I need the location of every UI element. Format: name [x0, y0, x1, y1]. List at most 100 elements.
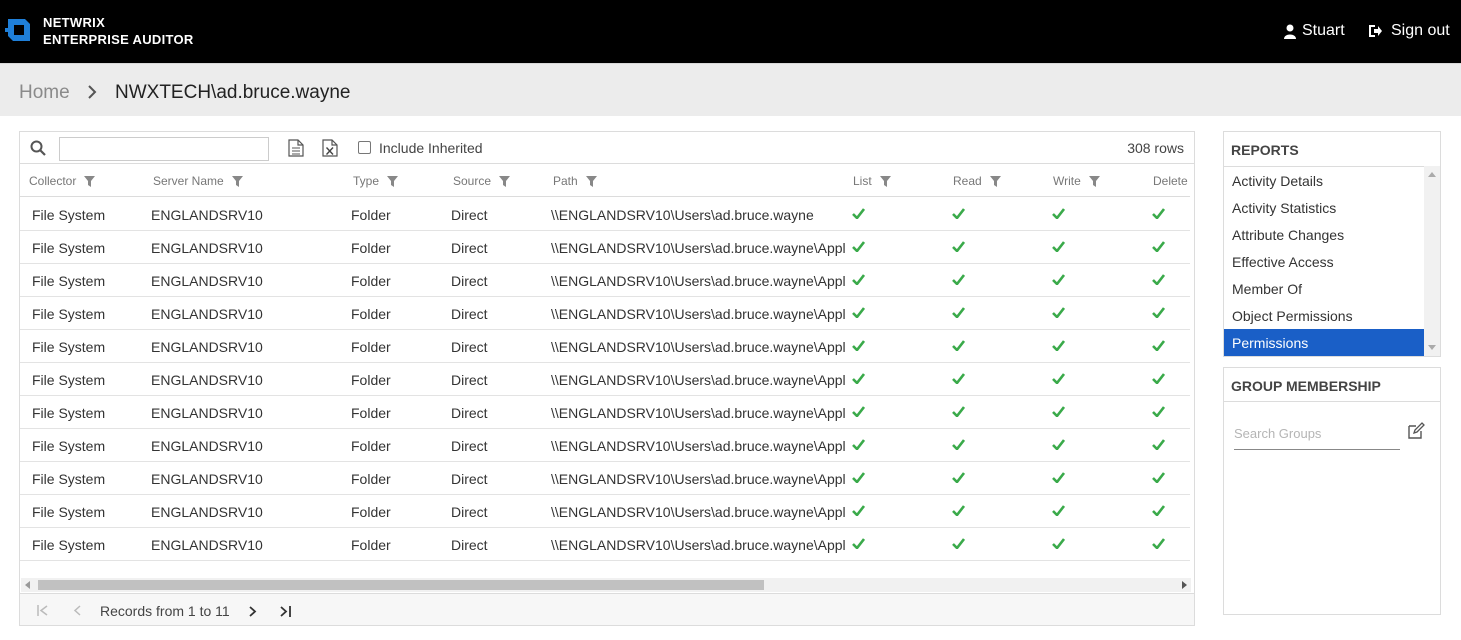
cell-type: Folder [351, 471, 391, 487]
scroll-down-icon[interactable] [1428, 345, 1436, 350]
delete-check-icon [1152, 505, 1165, 516]
group-membership-header: GROUP MEMBERSHIP [1224, 368, 1440, 402]
breadcrumb-home-link[interactable]: Home [19, 82, 70, 104]
horizontal-scrollbar[interactable] [21, 578, 1191, 592]
column-header-write[interactable]: Write [1053, 174, 1100, 188]
column-header-path[interactable]: Path [553, 174, 597, 188]
cell-path: \\ENGLANDSRV10\Users\ad.bruce.wayne\Appl [551, 471, 846, 487]
cell-type: Folder [351, 504, 391, 520]
report-item-activity-statistics[interactable]: Activity Statistics [1224, 194, 1424, 221]
last-page-icon[interactable] [280, 606, 292, 617]
column-header-list[interactable]: List [853, 174, 891, 188]
brand-line-1: NETWRIX [43, 15, 106, 30]
include-inherited-label: Include Inherited [379, 140, 483, 156]
table-row[interactable]: File System ENGLANDSRV10 Folder Direct \\ENG… [20, 297, 1190, 330]
column-header-server-name[interactable]: Server Name [153, 174, 243, 188]
table-row[interactable]: File System ENGLANDSRV10 Folder Direct \\ENG… [20, 495, 1190, 528]
column-header-source[interactable]: Source [453, 174, 511, 188]
edit-icon[interactable] [1407, 422, 1425, 440]
table-row[interactable]: File System ENGLANDSRV10 Folder Direct \\ENG… [20, 528, 1190, 561]
breadcrumb-current: NWXTECH\ad.bruce.wayne [115, 82, 351, 103]
table-row[interactable]: File System ENGLANDSRV10 Folder Direct \\ENG… [20, 462, 1190, 495]
column-header-label: Path [553, 174, 578, 188]
table-row[interactable]: File System ENGLANDSRV10 Folder Direct \\ENG… [20, 330, 1190, 363]
first-page-icon[interactable] [37, 605, 49, 616]
cell-server-name: ENGLANDSRV10 [151, 504, 263, 520]
table-row[interactable]: File System ENGLANDSRV10 Folder Direct \\ENG… [20, 264, 1190, 297]
previous-page-icon[interactable] [73, 605, 81, 616]
grid-search-input[interactable] [59, 137, 269, 161]
column-header-collector[interactable]: Collector [29, 174, 96, 188]
cell-path: \\ENGLANDSRV10\Users\ad.bruce.wayne\Appl [551, 273, 846, 289]
include-inherited-checkbox[interactable] [358, 141, 371, 154]
reports-scrollbar[interactable] [1424, 166, 1440, 356]
column-header-delete[interactable]: Delete [1153, 174, 1188, 188]
delete-check-icon [1152, 208, 1165, 219]
table-row[interactable]: File System ENGLANDSRV10 Folder Direct \\ENG… [20, 363, 1190, 396]
report-item-member-of[interactable]: Member Of [1224, 275, 1424, 302]
filter-icon[interactable] [84, 175, 96, 187]
report-item-attribute-changes[interactable]: Attribute Changes [1224, 221, 1424, 248]
report-item-permissions[interactable]: Permissions [1224, 329, 1424, 356]
cell-path: \\ENGLANDSRV10\Users\ad.bruce.wayne\Appl [551, 306, 846, 322]
list-check-icon [852, 406, 865, 417]
filter-icon[interactable] [387, 175, 399, 187]
search-groups-input[interactable] [1234, 418, 1400, 450]
read-check-icon [952, 340, 965, 351]
filter-icon[interactable] [989, 175, 1001, 187]
user-icon [1284, 24, 1296, 39]
brand-line-2: ENTERPRISE AUDITOR [43, 32, 194, 47]
chevron-right-icon [88, 85, 97, 99]
cell-server-name: ENGLANDSRV10 [151, 240, 263, 256]
scroll-right-icon[interactable] [1182, 581, 1187, 589]
column-header-read[interactable]: Read [953, 174, 1001, 188]
cell-collector: File System [32, 504, 106, 520]
cell-path: \\ENGLANDSRV10\Users\ad.bruce.wayne\Appl [551, 504, 846, 520]
read-check-icon [952, 406, 965, 417]
delete-check-icon [1152, 373, 1165, 384]
filter-icon[interactable] [585, 175, 597, 187]
report-item-object-permissions[interactable]: Object Permissions [1224, 302, 1424, 329]
cell-source: Direct [451, 537, 488, 553]
next-page-icon[interactable] [249, 606, 257, 617]
read-check-icon [952, 538, 965, 549]
cell-type: Folder [351, 438, 391, 454]
cell-server-name: ENGLANDSRV10 [151, 471, 263, 487]
column-header-type[interactable]: Type [353, 174, 399, 188]
reports-list: Activity Details Activity Statistics Attri… [1224, 166, 1424, 356]
cell-server-name: ENGLANDSRV10 [151, 207, 263, 223]
cell-type: Folder [351, 306, 391, 322]
cell-source: Direct [451, 207, 488, 223]
filter-icon[interactable] [231, 175, 243, 187]
filter-icon[interactable] [499, 175, 511, 187]
column-header-label: Read [953, 174, 982, 188]
table-row[interactable]: File System ENGLANDSRV10 Folder Direct \\ENG… [20, 198, 1190, 231]
cell-collector: File System [32, 537, 106, 553]
read-check-icon [952, 505, 965, 516]
filter-icon[interactable] [1088, 175, 1100, 187]
table-row[interactable]: File System ENGLANDSRV10 Folder Direct \\ENG… [20, 396, 1190, 429]
permissions-grid: Include Inherited 308 rows Collector Ser… [19, 131, 1195, 626]
report-item-activity-details[interactable]: Activity Details [1224, 167, 1424, 194]
export-excel-icon[interactable] [321, 139, 339, 157]
export-document-icon[interactable] [288, 139, 304, 157]
scrollbar-thumb[interactable] [38, 580, 764, 590]
table-row[interactable]: File System ENGLANDSRV10 Folder Direct \\ENG… [20, 231, 1190, 264]
signout-button[interactable]: Sign out [1368, 22, 1450, 40]
scroll-up-icon[interactable] [1428, 172, 1436, 177]
scroll-left-icon[interactable] [25, 581, 30, 589]
user-menu[interactable]: Stuart [1284, 22, 1345, 40]
cell-collector: File System [32, 372, 106, 388]
filter-icon[interactable] [879, 175, 891, 187]
delete-check-icon [1152, 439, 1165, 450]
report-item-effective-access[interactable]: Effective Access [1224, 248, 1424, 275]
search-icon [30, 140, 46, 156]
delete-check-icon [1152, 274, 1165, 285]
list-check-icon [852, 241, 865, 252]
cell-collector: File System [32, 273, 106, 289]
write-check-icon [1052, 307, 1065, 318]
cell-path: \\ENGLANDSRV10\Users\ad.bruce.wayne\Appl [551, 339, 846, 355]
table-row[interactable]: File System ENGLANDSRV10 Folder Direct \\ENG… [20, 429, 1190, 462]
cell-path: \\ENGLANDSRV10\Users\ad.bruce.wayne\Appl [551, 438, 846, 454]
cell-source: Direct [451, 438, 488, 454]
